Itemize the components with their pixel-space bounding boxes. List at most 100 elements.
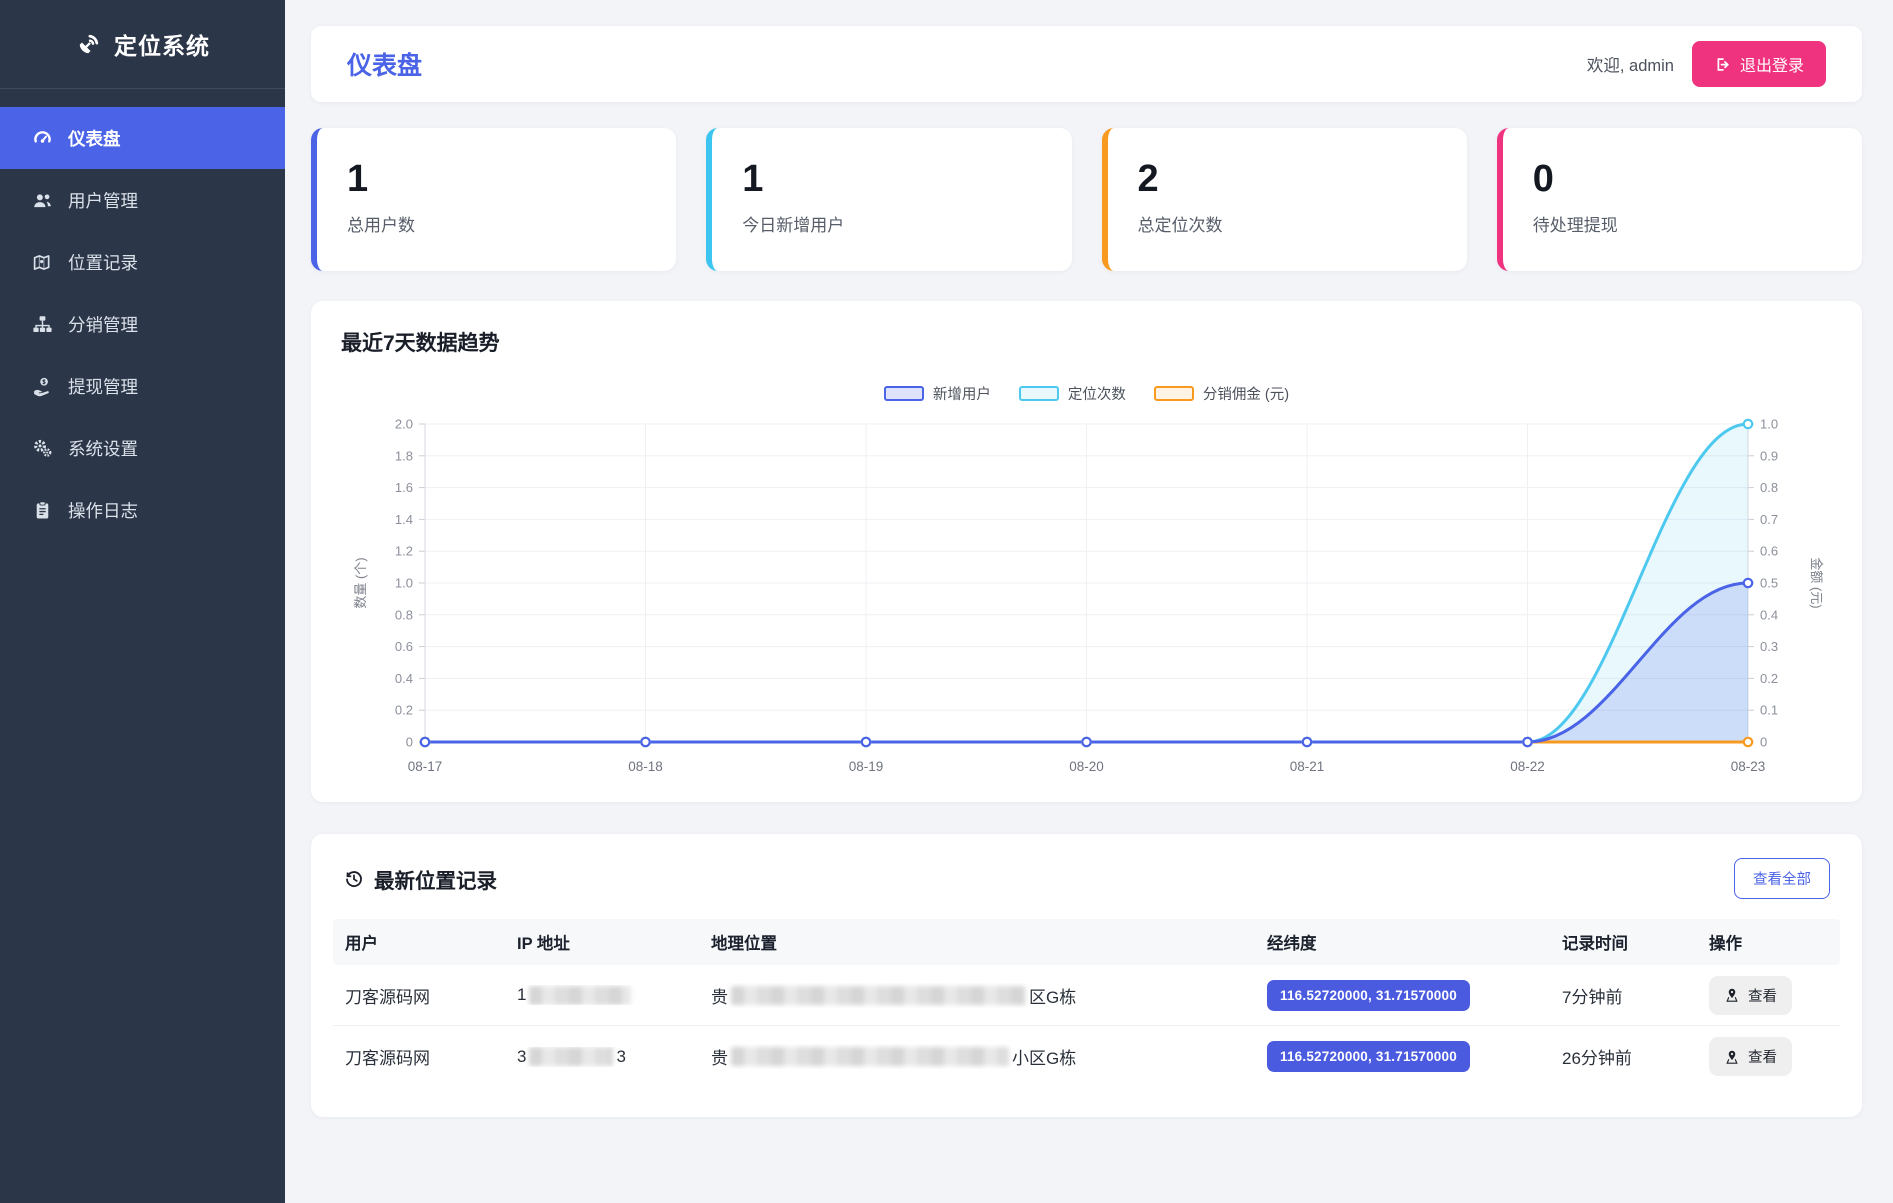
sidebar-item-label: 分销管理 <box>68 312 138 337</box>
coords-cell: 116.52720000, 31.71570000 <box>1267 1041 1562 1072</box>
svg-text:0: 0 <box>1760 735 1767 750</box>
col-user: 用户 <box>345 930 517 954</box>
svg-text:金额 (元): 金额 (元) <box>1809 557 1824 608</box>
map-pin-icon <box>1724 987 1740 1003</box>
main-content: 仪表盘 欢迎, admin 退出登录 1 总用户数 1 今日新增用户 2 总定位… <box>285 0 1893 1203</box>
sidebar-item-distribution[interactable]: 分销管理 <box>0 293 285 355</box>
svg-text:0.2: 0.2 <box>1760 671 1778 686</box>
header-right: 欢迎, admin 退出登录 <box>1587 41 1826 87</box>
app-logo: 定位系统 <box>0 0 285 88</box>
svg-text:1.0: 1.0 <box>395 576 413 591</box>
svg-text:1.6: 1.6 <box>395 480 413 495</box>
svg-text:08-23: 08-23 <box>1731 759 1766 774</box>
svg-text:0.4: 0.4 <box>395 671 413 686</box>
sidebar-item-settings[interactable]: 系统设置 <box>0 417 285 479</box>
sidebar-item-label: 仪表盘 <box>68 126 121 151</box>
map-marked-icon <box>32 252 53 273</box>
chart-title: 最近7天数据趋势 <box>341 327 1832 357</box>
stat-value: 1 <box>742 160 1039 198</box>
stat-card-total-users: 1 总用户数 <box>311 128 676 271</box>
sidebar-item-label: 用户管理 <box>68 188 138 213</box>
time-cell: 7分钟前 <box>1562 983 1709 1008</box>
records-title: 最新位置记录 <box>343 864 497 894</box>
welcome-text: 欢迎, admin <box>1587 52 1674 76</box>
redacted-ip <box>529 1047 613 1066</box>
sidebar-item-withdrawals[interactable]: 提现管理 <box>0 355 285 417</box>
stat-value: 2 <box>1138 160 1435 198</box>
sidebar: 定位系统 仪表盘 用户管理 位置记录 分销管理 提现管理 <box>0 0 285 1203</box>
stat-label: 今日新增用户 <box>742 211 1039 236</box>
actions-cell: 查看 <box>1709 1037 1828 1076</box>
stat-card-total-locates: 2 总定位次数 <box>1102 128 1467 271</box>
logout-icon <box>1714 56 1731 73</box>
col-ip: IP 地址 <box>517 930 711 954</box>
sidebar-item-label: 位置记录 <box>68 250 138 275</box>
users-icon <box>32 190 53 211</box>
user-cell: 刀客源码网 <box>345 983 517 1008</box>
col-coords: 经纬度 <box>1267 930 1562 954</box>
clipboard-list-icon <box>32 500 53 521</box>
table-row: 刀客源码网 1 贵 区G栋 116.52720000, 31.71570000 <box>333 965 1840 1026</box>
sidebar-item-dashboard[interactable]: 仪表盘 <box>0 107 285 169</box>
app-root: 定位系统 仪表盘 用户管理 位置记录 分销管理 提现管理 <box>0 0 1893 1203</box>
svg-text:08-19: 08-19 <box>849 759 884 774</box>
page-title: 仪表盘 <box>347 46 422 82</box>
sidebar-item-users[interactable]: 用户管理 <box>0 169 285 231</box>
svg-text:0.5: 0.5 <box>1760 576 1778 591</box>
history-icon <box>343 868 364 889</box>
svg-text:0.9: 0.9 <box>1760 448 1778 463</box>
svg-text:0.7: 0.7 <box>1760 512 1778 527</box>
svg-text:08-18: 08-18 <box>628 759 663 774</box>
ip-cell: 3 3 <box>517 1047 711 1067</box>
redacted-location <box>731 986 1026 1005</box>
satellite-dish-icon <box>75 31 102 58</box>
sidebar-item-logs[interactable]: 操作日志 <box>0 479 285 541</box>
stats-row: 1 总用户数 1 今日新增用户 2 总定位次数 0 待处理提现 <box>311 128 1862 271</box>
svg-text:0.6: 0.6 <box>395 639 413 654</box>
user-cell: 刀客源码网 <box>345 1044 517 1069</box>
records-header: 最新位置记录 查看全部 <box>333 858 1840 899</box>
location-cell: 贵 区G栋 <box>711 983 1267 1008</box>
stat-label: 总定位次数 <box>1138 211 1435 236</box>
sidebar-item-label: 操作日志 <box>68 498 138 523</box>
gauge-icon <box>32 128 53 149</box>
col-actions: 操作 <box>1709 930 1828 954</box>
view-record-button[interactable]: 查看 <box>1709 976 1792 1015</box>
svg-text:数量 (个): 数量 (个) <box>353 557 368 608</box>
svg-text:2.0: 2.0 <box>395 417 413 432</box>
svg-text:0.8: 0.8 <box>1760 480 1778 495</box>
sidebar-item-label: 提现管理 <box>68 374 138 399</box>
header-bar: 仪表盘 欢迎, admin 退出登录 <box>311 26 1862 102</box>
svg-text:08-22: 08-22 <box>1510 759 1545 774</box>
map-pin-icon <box>1724 1049 1740 1065</box>
sidebar-divider <box>0 88 285 89</box>
latest-records-card: 最新位置记录 查看全部 用户 IP 地址 地理位置 经纬度 记录时间 操作 刀客… <box>311 834 1862 1117</box>
svg-text:08-21: 08-21 <box>1290 759 1325 774</box>
hand-dollar-icon <box>32 376 53 397</box>
table-header-row: 用户 IP 地址 地理位置 经纬度 记录时间 操作 <box>333 919 1840 965</box>
svg-text:1.2: 1.2 <box>395 544 413 559</box>
coords-badge: 116.52720000, 31.71570000 <box>1267 1041 1470 1072</box>
stat-value: 0 <box>1533 160 1830 198</box>
view-record-button[interactable]: 查看 <box>1709 1037 1792 1076</box>
sidebar-menu: 仪表盘 用户管理 位置记录 分销管理 提现管理 系统设置 <box>0 107 285 541</box>
records-table: 用户 IP 地址 地理位置 经纬度 记录时间 操作 刀客源码网 1 贵 <box>333 919 1840 1087</box>
ip-cell: 1 <box>517 985 711 1005</box>
time-cell: 26分钟前 <box>1562 1044 1709 1069</box>
stat-label: 待处理提现 <box>1533 211 1830 236</box>
stat-card-new-users-today: 1 今日新增用户 <box>706 128 1071 271</box>
legend-item-new-users: 新增用户 <box>884 383 991 404</box>
col-time: 记录时间 <box>1562 930 1709 954</box>
app-title: 定位系统 <box>114 27 210 61</box>
svg-text:08-20: 08-20 <box>1069 759 1104 774</box>
stat-value: 1 <box>347 160 644 198</box>
legend-swatch <box>884 386 924 401</box>
sitemap-icon <box>32 314 53 335</box>
view-all-button[interactable]: 查看全部 <box>1734 858 1830 899</box>
stat-card-pending-withdrawals: 0 待处理提现 <box>1497 128 1862 271</box>
redacted-ip <box>529 986 631 1005</box>
gears-icon <box>32 438 53 459</box>
sidebar-item-locations[interactable]: 位置记录 <box>0 231 285 293</box>
logout-button[interactable]: 退出登录 <box>1692 41 1826 87</box>
svg-text:1.0: 1.0 <box>1760 417 1778 432</box>
